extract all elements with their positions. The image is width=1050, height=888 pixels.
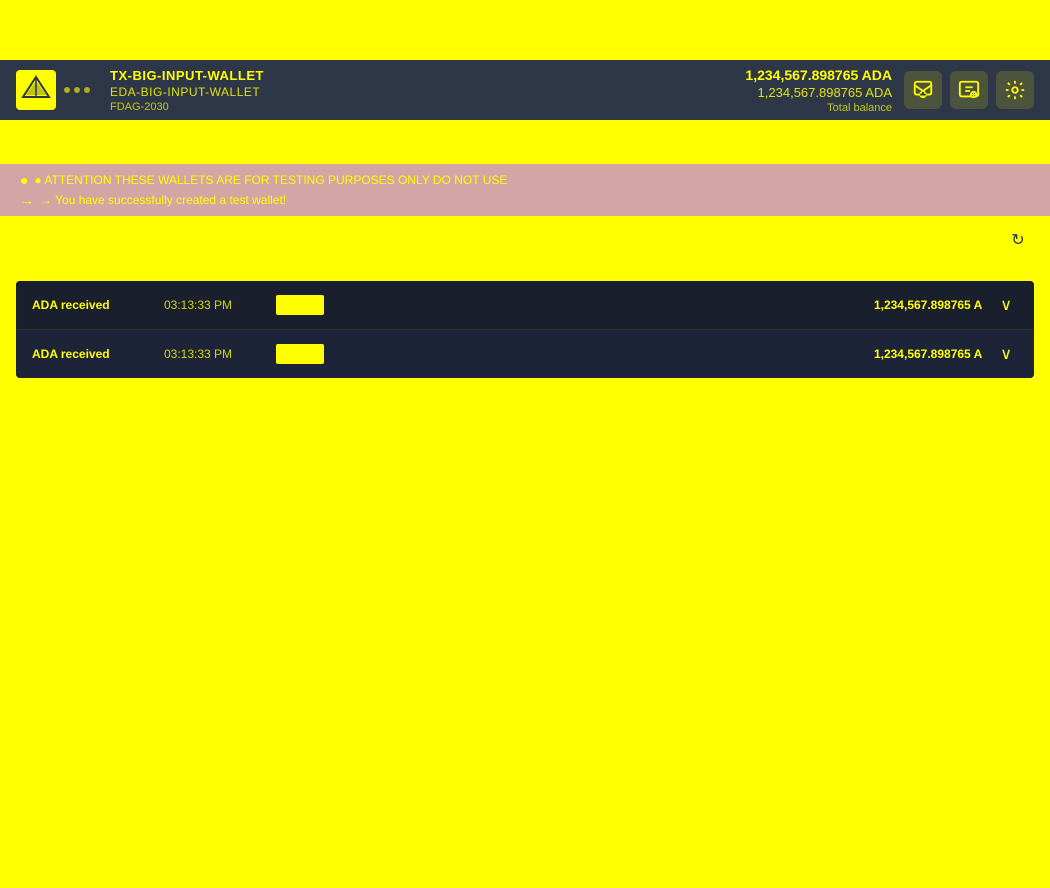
dot-1 (64, 87, 70, 93)
nav-dots (64, 87, 90, 93)
alert-line-2: → → You have successfully created a test… (20, 192, 1030, 208)
top-header: · · · · · · · · · · · · · · · · · · · · … (0, 0, 1050, 60)
dot-3 (84, 87, 90, 93)
tx-expand-button-2[interactable]: ∨ (994, 342, 1018, 366)
logo-icon (16, 70, 56, 110)
tx-type-2: ADA received (32, 347, 152, 361)
balance-primary: 1,234,567.898765 ADA (745, 67, 892, 83)
tx-status-badge-1 (276, 295, 324, 315)
settings-button[interactable] (996, 71, 1034, 109)
alert-bullet-1: ● (20, 172, 28, 188)
alert-banner: ● ● ATTENTION THESE WALLETS ARE FOR TEST… (0, 164, 1050, 216)
logo (16, 70, 90, 110)
tx-count-bar: Number of transactions: 1 ↻ (0, 232, 1050, 247)
balance-label: Total balance (827, 102, 892, 114)
nav-bar: TX-BIG-INPUT-WALLET EDA-BIG-INPUT-WALLET… (0, 60, 1050, 120)
tab-transactions[interactable]: TRANSACTIONS (20, 120, 175, 164)
tx-expand-button-1[interactable]: ∨ (994, 293, 1018, 317)
tx-amount-2: 1,234,567.898765 A (802, 347, 982, 361)
tab-ada[interactable]: ADA (175, 120, 252, 164)
receive-icon (958, 79, 980, 101)
header-decorative-text: · · · · · · · · · · · · · · · · · · · · … (414, 16, 635, 44)
nav-icons (904, 71, 1034, 109)
receive-button[interactable] (950, 71, 988, 109)
date-separator: 04/19/2019 (0, 255, 1050, 281)
send-button[interactable] (904, 71, 942, 109)
tx-time-2: 03:13:33 PM (164, 347, 264, 361)
daedalus-logo-svg (21, 75, 51, 105)
send-icon (912, 79, 934, 101)
balance-secondary: 1,234,567.898765 ADA (758, 85, 892, 100)
wallet-info: TX-BIG-INPUT-WALLET EDA-BIG-INPUT-WALLET… (102, 68, 733, 113)
wallet-name-primary: TX-BIG-INPUT-WALLET (110, 68, 733, 83)
alert-bullet-2: → (20, 192, 34, 208)
bottom-accent-bar (16, 394, 1034, 402)
tx-status-badge-2 (276, 344, 324, 364)
wallet-balance: 1,234,567.898765 ADA 1,234,567.898765 AD… (745, 67, 892, 114)
table-row: ADA received 03:13:33 PM 1,234,567.89876… (16, 330, 1034, 378)
refresh-button[interactable]: ↻ (1002, 224, 1034, 256)
alert-line-1: ● ● ATTENTION THESE WALLETS ARE FOR TEST… (20, 172, 1030, 188)
wallet-name-secondary: EDA-BIG-INPUT-WALLET (110, 85, 733, 99)
tab-dedale[interactable]: DEDALE (252, 120, 355, 164)
tx-count-text: Number of transactions: 1 (435, 232, 616, 247)
table-row: ADA received 03:13:33 PM 1,234,567.89876… (16, 281, 1034, 330)
tx-time-1: 03:13:33 PM (164, 298, 264, 312)
settings-icon (1004, 79, 1026, 101)
refresh-icon: ↻ (1011, 230, 1024, 250)
wallet-name-row: TX-BIG-INPUT-WALLET EDA-BIG-INPUT-WALLET… (110, 68, 733, 113)
tx-count-line-right (615, 239, 1030, 240)
transaction-list: ADA received 03:13:33 PM 1,234,567.89876… (16, 281, 1034, 378)
tx-type-1: ADA received (32, 298, 152, 312)
tx-count-line-left (20, 239, 435, 240)
tx-amount-1: 1,234,567.898765 A (802, 298, 982, 312)
transactions-area: Number of transactions: 1 ↻ 04/19/2019 A… (0, 216, 1050, 402)
wallet-name-tertiary: FDAG-2030 (110, 101, 733, 113)
dot-2 (74, 87, 80, 93)
sub-nav: TRANSACTIONS ADA DEDALE (0, 120, 1050, 164)
